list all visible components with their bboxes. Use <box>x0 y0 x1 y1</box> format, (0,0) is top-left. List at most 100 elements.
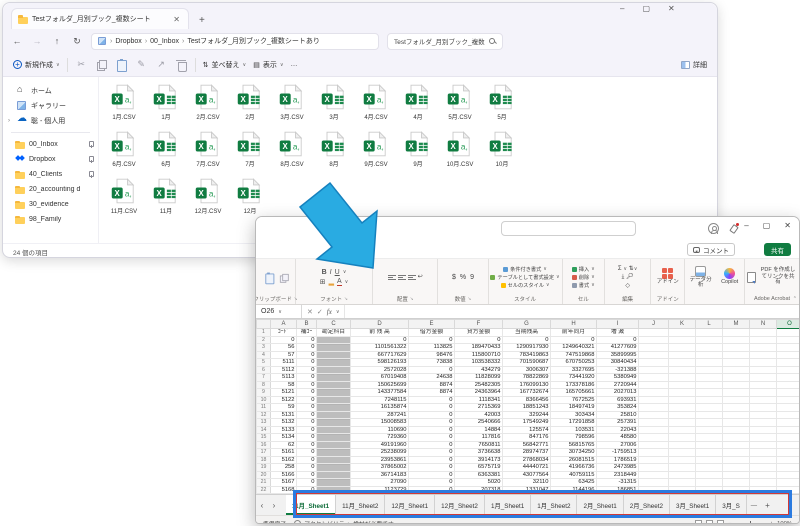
cell[interactable]: 434279 <box>455 366 503 374</box>
cell[interactable]: 207318 <box>455 486 503 494</box>
account-icon[interactable] <box>708 223 719 234</box>
cell[interactable]: 0 <box>297 471 317 479</box>
cell[interactable]: 1123729 <box>351 486 409 494</box>
cell[interactable]: 598126193 <box>351 359 409 367</box>
row-number[interactable]: 22 <box>257 486 271 494</box>
cell[interactable] <box>669 441 696 449</box>
cell[interactable]: 5161 <box>271 449 297 457</box>
cell[interactable] <box>777 396 800 404</box>
dialog-launcher-icon[interactable]: ↘ <box>344 296 348 302</box>
cell[interactable]: 1331047 <box>503 486 551 494</box>
cell[interactable] <box>669 471 696 479</box>
cell[interactable] <box>723 486 750 494</box>
column-header[interactable]: N <box>750 320 777 329</box>
cell[interactable]: 3736638 <box>455 449 503 457</box>
cell[interactable] <box>317 344 351 352</box>
cell[interactable]: 0 <box>297 351 317 359</box>
cell[interactable] <box>696 381 723 389</box>
cell[interactable]: 40759115 <box>551 471 597 479</box>
cell[interactable] <box>696 426 723 434</box>
sheet-tab[interactable]: 1月_Sheet2 <box>531 495 577 515</box>
column-header[interactable]: A <box>271 320 297 329</box>
column-header[interactable]: G <box>503 320 551 329</box>
minimize-icon[interactable]: – <box>620 4 624 13</box>
file-item[interactable]: X a, 5月 <box>481 81 523 128</box>
cell[interactable] <box>317 366 351 374</box>
explorer-tab[interactable]: Testフォルダ_月別ブック_複数シート ✕ <box>11 8 189 29</box>
row-number[interactable]: 21 <box>257 479 271 487</box>
column-header[interactable]: M <box>723 320 750 329</box>
insert-cells-button[interactable]: 挿入∨ <box>572 266 595 273</box>
cell[interactable]: 103531 <box>551 426 597 434</box>
cell[interactable] <box>669 366 696 374</box>
cell[interactable]: 増 減 <box>597 329 639 337</box>
find-select-icon[interactable]: 🔎︎ <box>626 274 634 280</box>
cell[interactable] <box>723 351 750 359</box>
row-number[interactable]: 17 <box>257 449 271 457</box>
cell[interactable] <box>777 374 800 382</box>
cell[interactable]: 5111 <box>271 359 297 367</box>
cell[interactable]: 0 <box>297 434 317 442</box>
row-number[interactable]: 12 <box>257 411 271 419</box>
cell[interactable] <box>669 374 696 382</box>
cell[interactable] <box>777 419 800 427</box>
cell[interactable] <box>317 464 351 472</box>
file-item[interactable]: X a, 8月 <box>313 128 355 175</box>
cell[interactable]: 11828099 <box>455 374 503 382</box>
expand-chevron-icon[interactable]: › <box>8 118 13 124</box>
column-header[interactable]: O <box>777 320 800 329</box>
cell[interactable]: 0 <box>409 441 455 449</box>
cell[interactable] <box>750 471 777 479</box>
cell[interactable]: 103538332 <box>455 359 503 367</box>
cell[interactable]: 0 <box>297 374 317 382</box>
tabstrip-splitter[interactable]: — <box>747 495 761 515</box>
cell[interactable]: 3006307 <box>503 366 551 374</box>
cell[interactable] <box>669 336 696 344</box>
cell[interactable] <box>777 486 800 494</box>
cell[interactable] <box>723 366 750 374</box>
file-item[interactable]: X a, 3月.CSV <box>271 81 313 128</box>
cell[interactable]: 0 <box>503 336 551 344</box>
cell[interactable]: 0 <box>409 366 455 374</box>
sheet-tab[interactable]: 11月_Sheet1 <box>286 495 336 515</box>
cell[interactable]: 3327695 <box>551 366 597 374</box>
file-item[interactable]: X a, 2月.CSV <box>187 81 229 128</box>
italic-icon[interactable]: I <box>330 269 332 276</box>
cell[interactable]: 1786519 <box>597 456 639 464</box>
cell[interactable] <box>696 479 723 487</box>
cell[interactable]: 0 <box>409 426 455 434</box>
file-item[interactable]: X a, 11月 <box>145 175 187 222</box>
add-sheet-icon[interactable]: + <box>761 495 774 515</box>
align-left-icon[interactable] <box>388 274 396 281</box>
details-toggle[interactable]: 詳細 <box>681 60 707 70</box>
cell[interactable] <box>696 449 723 457</box>
cell[interactable]: 783419863 <box>503 351 551 359</box>
cell[interactable]: 41966736 <box>551 464 597 472</box>
cell[interactable] <box>777 426 800 434</box>
sidebar-item[interactable]: 98_Family <box>3 212 98 227</box>
row-number[interactable]: 10 <box>257 396 271 404</box>
cell[interactable]: 165705661 <box>551 389 597 397</box>
column-header[interactable]: I <box>597 320 639 329</box>
cell[interactable] <box>317 411 351 419</box>
cell[interactable]: 0 <box>409 471 455 479</box>
cell[interactable]: 1118341 <box>455 396 503 404</box>
cell[interactable] <box>669 479 696 487</box>
cell[interactable]: 57 <box>271 351 297 359</box>
cell[interactable] <box>639 486 669 494</box>
cell[interactable] <box>750 419 777 427</box>
cell[interactable] <box>317 479 351 487</box>
cell[interactable]: 49191960 <box>351 441 409 449</box>
cell[interactable]: 0 <box>297 381 317 389</box>
breadcrumb-item[interactable]: Testフォルダ_月別ブック_複数シートあり <box>187 36 320 46</box>
cell[interactable] <box>639 351 669 359</box>
cell[interactable]: 1144196 <box>551 486 597 494</box>
cell[interactable]: 5132 <box>271 419 297 427</box>
cell[interactable] <box>669 434 696 442</box>
cell[interactable]: 62 <box>271 441 297 449</box>
cell-styles-button[interactable]: セルのスタイル∨ <box>501 282 550 289</box>
fill-icon[interactable]: ⤓ <box>622 274 625 280</box>
cell[interactable]: 0 <box>297 344 317 352</box>
file-item[interactable]: X a, 1月 <box>145 81 187 128</box>
file-item[interactable]: X a, 2月 <box>229 81 271 128</box>
